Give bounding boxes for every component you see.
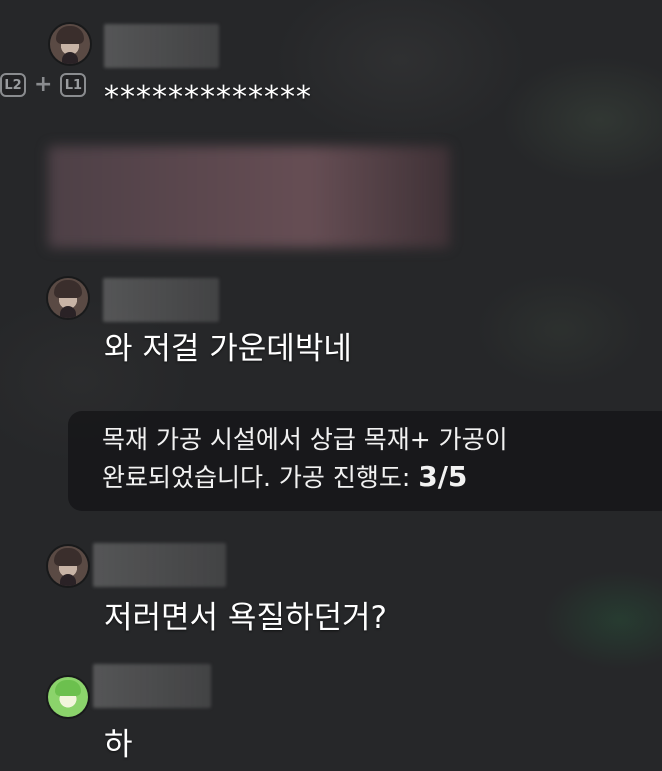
l1-badge: L1 [60, 73, 87, 97]
redacted-username [93, 664, 211, 708]
user-avatar[interactable] [48, 546, 88, 586]
redacted-username [93, 543, 226, 587]
message-text: ************* [104, 80, 312, 115]
controller-badges: L2 + L1 [0, 70, 87, 100]
system-notice: 목재 가공 시설에서 상급 목재+ 가공이 완료되었습니다. 가공 진행도: 3… [68, 411, 662, 511]
redacted-username [103, 278, 219, 322]
progress-value: 3/5 [418, 460, 468, 493]
chat-log: L2 + L1 ************* 와 저걸 가운데박네 목재 가공 시… [0, 0, 662, 771]
system-notice-text: 완료되었습니다. 가공 진행도: [102, 463, 419, 492]
system-notice-line-2: 완료되었습니다. 가공 진행도: 3/5 [102, 458, 662, 496]
user-avatar[interactable] [48, 278, 88, 318]
redacted-message [48, 146, 450, 248]
message-text: 와 저걸 가운데박네 [104, 331, 352, 367]
user-avatar[interactable] [48, 677, 88, 717]
l2-badge: L2 [0, 73, 26, 97]
redacted-username [104, 24, 219, 68]
user-avatar[interactable] [50, 24, 90, 64]
message-text: 하 [104, 727, 133, 763]
plus-sign: + [34, 72, 53, 97]
system-notice-line-1: 목재 가공 시설에서 상급 목재+ 가공이 [102, 425, 508, 454]
message-text: 저러면서 욕질하던거? [104, 600, 387, 636]
